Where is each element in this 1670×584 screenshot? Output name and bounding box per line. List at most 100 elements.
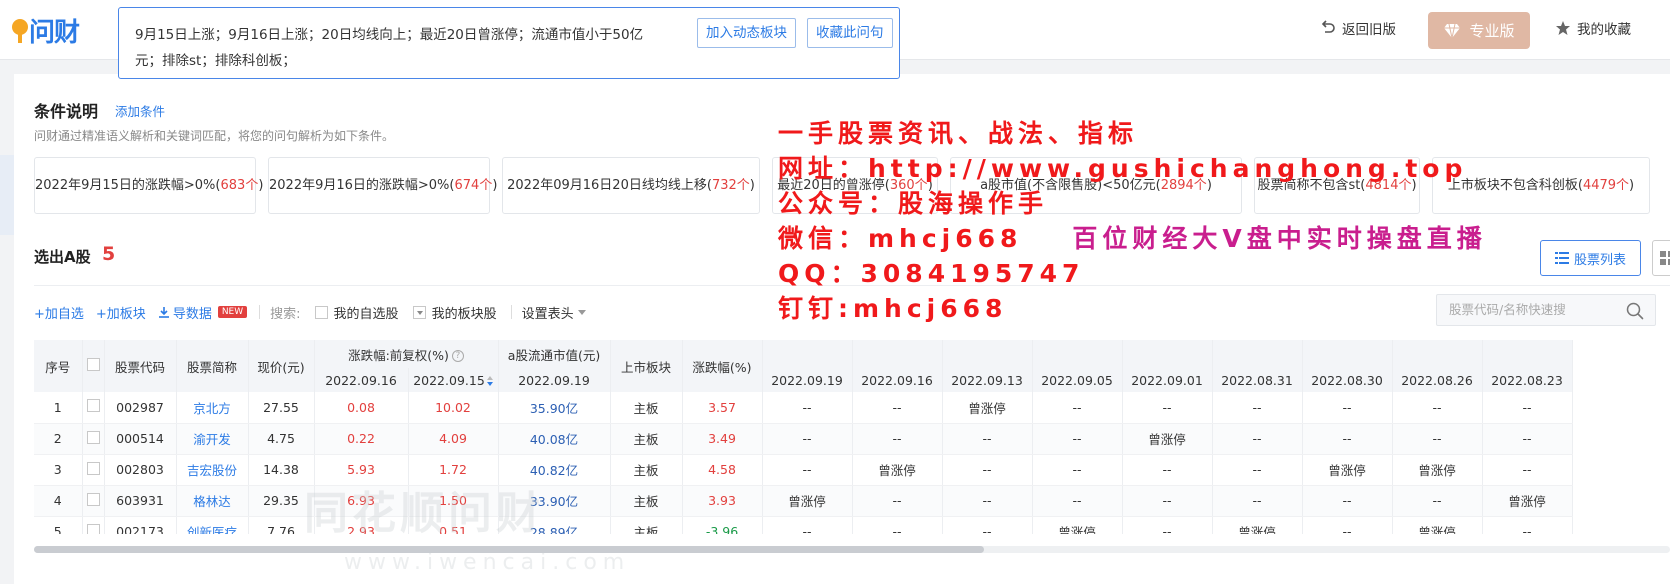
limit-up-cell: 曾涨停: [1032, 516, 1123, 534]
stock-code[interactable]: 002173: [104, 516, 177, 534]
export-data-button[interactable]: 导数据 NEW: [158, 303, 248, 322]
col-header-date[interactable]: 2022.09.01: [1122, 340, 1213, 392]
header-settings-label: 设置表头: [521, 306, 574, 322]
sort-icon[interactable]: [486, 376, 493, 386]
change-d2: 4.09: [408, 423, 499, 455]
col-header-date[interactable]: 2022.08.23: [1482, 340, 1573, 392]
change-pct: 3.57: [682, 392, 763, 424]
add-dynamic-block-button[interactable]: 加入动态板块: [697, 18, 796, 48]
col-header-date[interactable]: 2022.09.19: [762, 340, 853, 392]
export-label: 导数据: [172, 306, 212, 322]
row-checkbox[interactable]: [82, 454, 105, 486]
stock-name[interactable]: 格林达: [176, 485, 249, 517]
limit-up-cell: --: [1392, 392, 1483, 424]
add-condition-link[interactable]: 添加条件: [115, 101, 165, 120]
chip-count: 683个: [220, 178, 259, 193]
promo-line: 一手股票资讯、战法、指标: [778, 119, 1139, 148]
stock-result-table: 序号 股票代码 股票简称 现价(元) 涨跌幅:前复权(%)? a股流通市值(元)…: [34, 340, 1670, 534]
condition-chip[interactable]: 2022年9月15日的涨跌幅>0%(683个): [34, 157, 263, 214]
add-to-block-button[interactable]: +加板块: [96, 303, 146, 322]
search-label: 搜索:: [270, 306, 301, 322]
chip-close: ): [492, 178, 498, 193]
limit-up-cell: --: [1482, 516, 1573, 534]
promo-live: 百位财经大V盘中实时操盘直播: [1072, 224, 1487, 253]
row-select-checkbox[interactable]: [86, 430, 100, 444]
stock-code[interactable]: 603931: [104, 485, 177, 517]
col-header-board[interactable]: 上市板块: [610, 340, 683, 392]
row-select-checkbox[interactable]: [86, 399, 100, 413]
limit-up-cell: --: [1482, 392, 1573, 424]
col-header-change-d2[interactable]: 2022.09.15: [408, 368, 499, 392]
row-checkbox[interactable]: [82, 392, 105, 424]
row-checkbox[interactable]: [82, 423, 105, 455]
my-fav-label: 我的收藏: [1577, 22, 1631, 38]
back-old-version-link[interactable]: 返回旧版: [1320, 18, 1396, 38]
col-header-date[interactable]: 2022.09.13: [942, 340, 1033, 392]
change-d2-label: 2022.09.15: [413, 372, 485, 388]
search-icon[interactable]: [1626, 302, 1644, 320]
col-header-date[interactable]: 2022.09.16: [852, 340, 943, 392]
limit-up-cell: --: [1392, 423, 1483, 455]
condition-chip[interactable]: 2022年09月16日20日线均线上移(732个): [502, 157, 760, 214]
col-header-name[interactable]: 股票简称: [176, 340, 249, 392]
row-select-checkbox[interactable]: [86, 461, 100, 475]
favorite-question-button[interactable]: 收藏此问句: [807, 18, 893, 48]
row-index: 3: [34, 454, 83, 486]
col-header-change-pct[interactable]: 涨跌幅(%): [682, 340, 763, 392]
chevron-down-icon: [577, 309, 586, 315]
my-watchlist-filter[interactable]: 我的自选股: [314, 303, 399, 322]
stock-name[interactable]: 创新医疗: [176, 516, 249, 534]
grid-view-button[interactable]: [1652, 240, 1670, 276]
my-watchlist-checkbox[interactable]: [314, 305, 328, 319]
promo-line: 钉钉:mhcj668: [778, 294, 1008, 323]
chip-text: 2022年09月16日20日线均线上移(: [507, 178, 712, 193]
limit-up-cell: --: [1482, 423, 1573, 455]
stock-name[interactable]: 吉宏股份: [176, 454, 249, 486]
help-icon[interactable]: ?: [451, 350, 464, 362]
header-settings-dropdown[interactable]: 设置表头: [522, 303, 586, 322]
stock-list-view-button[interactable]: 股票列表: [1540, 240, 1641, 276]
limit-up-cell: --: [942, 454, 1033, 486]
col-header-price[interactable]: 现价(元): [248, 340, 315, 392]
stock-code[interactable]: 002803: [104, 454, 177, 486]
my-favorites-link[interactable]: 我的收藏: [1555, 18, 1631, 38]
col-header-change-d1[interactable]: 2022.09.16: [314, 368, 409, 392]
row-select-checkbox[interactable]: [86, 492, 100, 506]
add-to-watchlist-button[interactable]: +加自选: [34, 303, 84, 322]
grid-icon: [1660, 251, 1670, 265]
row-index: 2: [34, 423, 83, 455]
col-header-change-group: 涨跌幅:前复权(%)?: [314, 340, 499, 368]
query-text[interactable]: 9月15日上涨；9月16日上涨；20日均线向上；最近20日曾涨停；流通市值小于5…: [135, 22, 655, 74]
col-header-float-cap[interactable]: a股流通市值(元): [498, 340, 611, 368]
row-checkbox[interactable]: [82, 485, 105, 517]
condition-chip[interactable]: 2022年9月16日的涨跌幅>0%(674个): [268, 157, 497, 214]
table-row[interactable]: 3 002803 吉宏股份 14.38 5.93 1.72 40.82亿 主板 4.58 -- 曾涨…: [34, 454, 1573, 486]
stock-code[interactable]: 002987: [104, 392, 177, 424]
change-d1: 0.08: [314, 392, 409, 424]
row-checkbox[interactable]: [82, 516, 105, 534]
my-block-dropdown-checkbox[interactable]: [412, 305, 426, 319]
table-row[interactable]: 4 603931 格林达 29.35 6.93 1.50 33.90亿 主板 3.93 曾涨停 --…: [34, 485, 1573, 517]
col-header-date[interactable]: 2022.08.26: [1392, 340, 1483, 392]
table-row[interactable]: 1 002987 京北方 27.55 0.08 10.02 35.90亿 主板 3.57 -- --…: [34, 392, 1573, 424]
table-row[interactable]: 5 002173 创新医疗 7.76 2.93 0.51 28.89亿 主板 -3.96 -- --…: [34, 516, 1573, 534]
table-row[interactable]: 2 000514 渝开发 4.75 0.22 4.09 40.08亿 主板 3.49 -- -- --…: [34, 423, 1573, 455]
col-header-code[interactable]: 股票代码: [104, 340, 177, 392]
wencai-logo[interactable]: 问财: [12, 12, 80, 48]
select-all-checkbox[interactable]: [86, 358, 100, 371]
my-block-filter[interactable]: 我的板块股: [412, 303, 497, 322]
stock-code[interactable]: 000514: [104, 423, 177, 455]
col-header-select-all[interactable]: [82, 340, 105, 392]
col-header-date[interactable]: 2022.08.30: [1302, 340, 1393, 392]
stock-name[interactable]: 京北方: [176, 392, 249, 424]
limit-up-cell: --: [1302, 423, 1393, 455]
board: 主板: [610, 516, 683, 534]
col-header-date[interactable]: 2022.08.31: [1212, 340, 1303, 392]
promo-line: 网址：http://www.gushichanghong.top: [778, 154, 1468, 183]
row-select-checkbox[interactable]: [86, 523, 100, 534]
query-input[interactable]: 9月15日上涨；9月16日上涨；20日均线向上；最近20日曾涨停；流通市值小于5…: [118, 7, 900, 79]
stock-name[interactable]: 渝开发: [176, 423, 249, 455]
limit-up-cell: --: [1032, 392, 1123, 424]
pro-version-button[interactable]: 专业版: [1428, 12, 1530, 49]
col-header-date[interactable]: 2022.09.05: [1032, 340, 1123, 392]
